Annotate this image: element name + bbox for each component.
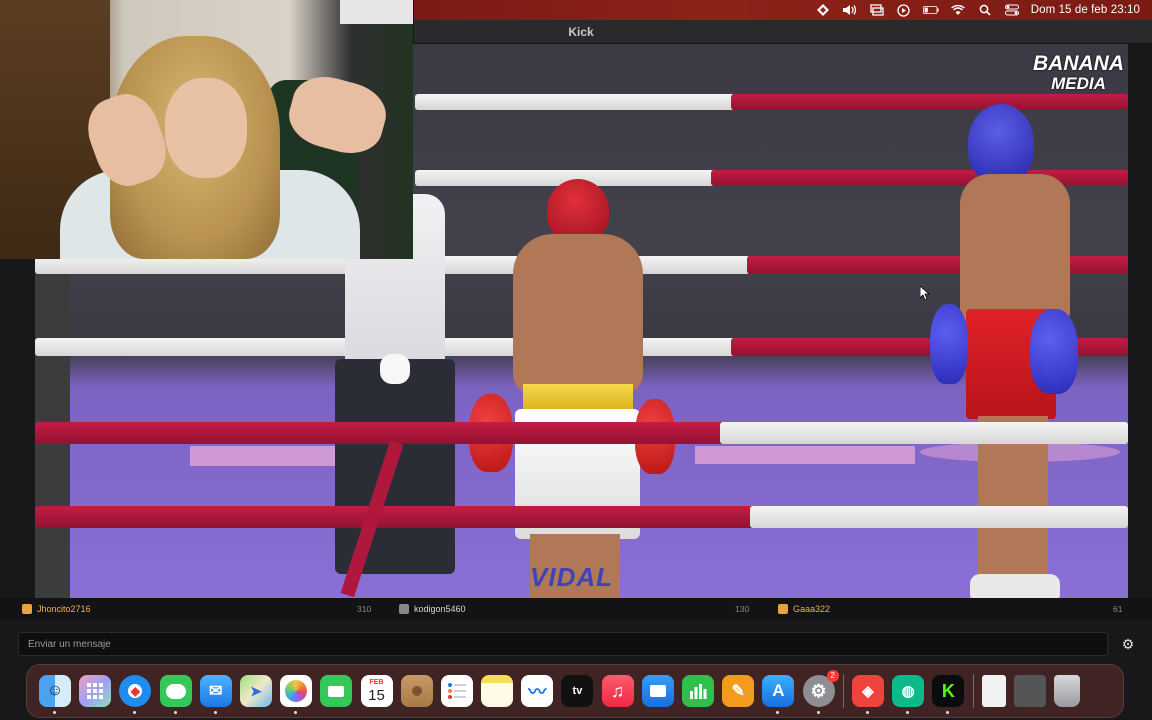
location-arrow-icon[interactable] [815,3,831,17]
chat-messages-strip: Jhoncito2716 310 kodigon5460 130 Gaaa322… [0,598,1152,620]
numbers-icon[interactable] [682,675,714,707]
dock-separator [842,674,844,708]
chat-message[interactable]: Gaaa322 [778,604,830,614]
boxer-red-corner [469,179,675,598]
downloads-stack-icon[interactable] [1013,675,1046,707]
streamer-face [165,78,247,178]
streamer-webcam [0,0,413,259]
app-store-icon[interactable]: A [762,675,795,714]
menu-bar: Dom 15 de feb 23:10 [414,0,1152,20]
battery-icon[interactable] [922,3,939,17]
calendar-day: 15 [368,686,385,704]
chat-message-input[interactable] [19,633,1107,655]
chat-count: 130 [735,604,750,614]
chat-app-icon[interactable]: ◍ [892,675,925,714]
watermark-line-2: MEDIA [1051,74,1106,93]
chat-username: Jhoncito2716 [37,604,91,614]
chat-message[interactable]: kodigon5460 [399,604,466,614]
freeform-icon[interactable]: 〰 [521,675,554,707]
window-title: Kick [568,25,594,39]
reminders-icon[interactable] [440,675,473,707]
finder-icon[interactable]: ☺ [39,675,71,714]
dock: ☺ ◆ ✉ ➤ FEB 15 〰 tv ♫ ✎ A ⚙ 2 ◈ ◍ K [26,664,1124,718]
apple-tv-icon[interactable]: tv [561,675,594,707]
menu-bar-clock[interactable]: Dom 15 de feb 23:10 [1031,4,1140,16]
chat-message[interactable]: Jhoncito2716 [22,604,91,614]
anydesk-icon[interactable]: ◈ [851,675,884,714]
webcam-background-ac [340,0,413,24]
keynote-icon[interactable] [641,675,674,707]
chat-username: Gaaa322 [793,604,831,614]
screen: Dom 15 de feb 23:10 Kick VIDAL BANANA ME… [0,0,1152,720]
ring-rope-front [35,422,1128,444]
chat-input-container [18,632,1108,656]
dock-separator [972,674,974,708]
notification-badge: 2 [826,670,839,682]
pages-icon[interactable]: ✎ [722,675,755,707]
control-center-icon[interactable] [1004,3,1020,17]
ring-rope-front [35,506,1128,528]
launchpad-icon[interactable] [79,675,112,707]
calendar-icon[interactable]: FEB 15 [360,675,393,707]
chat-count: 310 [357,604,372,614]
chat-settings-gear-icon[interactable]: ⚙ [1120,636,1136,652]
music-icon[interactable]: ♫ [601,675,634,707]
notes-icon[interactable] [481,675,514,707]
volume-icon[interactable] [842,3,858,17]
system-settings-icon[interactable]: ⚙ 2 [802,670,839,714]
window-titlebar[interactable]: Kick [414,20,1152,44]
calendar-month: FEB [369,678,384,686]
boxer-blue-corner [930,104,1128,598]
chat-count: 61 [1113,604,1123,614]
mouse-cursor-icon [920,286,930,300]
play-icon[interactable] [896,3,912,17]
mail-icon[interactable]: ✉ [199,675,232,714]
user-badge-icon [399,604,409,614]
watermark-line-1: BANANA [1033,52,1124,75]
menu-bar-status: Dom 15 de feb 23:10 [815,0,1140,20]
photos-icon[interactable] [280,675,313,714]
safari-icon[interactable]: ◆ [119,675,152,714]
screen-mirroring-icon[interactable] [869,3,885,17]
facetime-icon[interactable] [320,675,353,707]
messages-icon[interactable] [159,675,192,714]
chat-username: kodigon5460 [414,604,466,614]
search-icon[interactable] [977,3,993,17]
ring-banner-text: VIDAL [530,562,613,592]
ring-floor-logo [695,446,915,464]
contacts-icon[interactable] [400,675,433,707]
user-badge-icon [22,604,32,614]
user-badge-icon [778,604,788,614]
wifi-icon[interactable] [950,3,966,17]
maps-icon[interactable]: ➤ [239,675,272,707]
banana-media-watermark: BANANA MEDIA [1033,52,1124,94]
trash-icon[interactable] [1054,675,1081,707]
kick-app-icon[interactable]: K [932,675,965,714]
document-icon[interactable] [981,675,1006,707]
